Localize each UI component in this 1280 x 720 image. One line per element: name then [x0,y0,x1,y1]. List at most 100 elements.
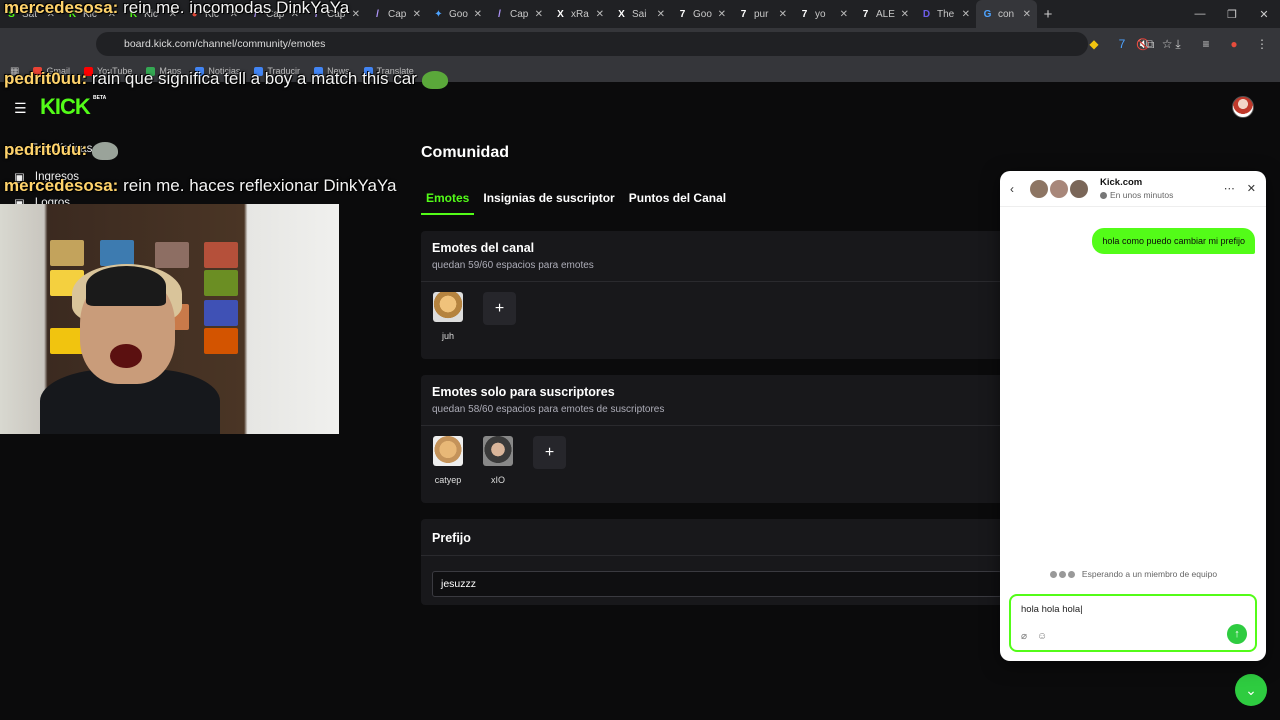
minimize-icon[interactable]: — [1184,0,1216,28]
emote-name: catyep [434,475,462,485]
support-chat-widget: ‹ Kick.com En unos minutos ⋯ ✕ hola como… [1000,171,1266,661]
tab-close-icon[interactable]: ✕ [718,9,726,20]
profile-avatar-icon[interactable]: ● [1226,32,1242,56]
waiting-text: Esperando a un miembro de equipo [1081,569,1218,579]
tab-favicon-icon: D [922,8,931,20]
add-sub-emote-button[interactable]: + [533,436,566,469]
restore-icon[interactable]: ❐ [1216,0,1248,28]
poster-image [50,240,84,266]
tab-close-icon[interactable]: ✕ [1023,9,1031,20]
emote-list: juh + [421,282,1001,351]
address-bar[interactable]: board.kick.com/channel/community/emotes … [96,32,1172,56]
browser-menu-icon[interactable]: ⋮ [1254,32,1270,56]
emote-item[interactable]: xIO [483,436,513,485]
status-text: En unos minutos [1110,190,1174,200]
chat-username: mercedesosa: [4,176,119,195]
window-controls: — ❐ ✕ [1184,0,1280,28]
tab-favicon-icon: 7 [862,8,869,20]
browser-tab[interactable]: X Sai ✕ [610,0,671,28]
tab-close-icon[interactable]: ✕ [840,9,848,20]
add-emote-button[interactable]: + [483,292,516,325]
browser-tab[interactable]: / Cap ✕ [488,0,549,28]
close-icon[interactable]: ✕ [1247,182,1256,195]
more-options-icon[interactable]: ⋯ [1224,182,1235,195]
tab-title: pur [754,8,769,20]
tab-close-icon[interactable]: ✕ [962,9,970,20]
attachment-icon[interactable]: ⌀ [1021,631,1027,642]
tab-close-icon[interactable]: ✕ [352,9,360,20]
download-icon[interactable]: ⤓ [1170,32,1186,56]
webcam-overlay [0,204,339,434]
back-chevron-icon[interactable]: ‹ [1010,182,1024,196]
browser-tab[interactable]: Gcon ✕ [976,0,1037,28]
browser-tab[interactable]: 7 ALE ✕ [854,0,915,28]
hamburger-menu-icon[interactable]: ☰ [14,100,27,117]
close-window-icon[interactable]: ✕ [1248,0,1280,28]
tab-close-icon[interactable]: ✕ [474,9,482,20]
emote-item[interactable]: juh [433,292,463,341]
chat-username: pedrit0uu: [4,140,88,159]
browser-tab[interactable]: XxRa ✕ [549,0,610,28]
extension-kick-icon[interactable]: 7 [1114,32,1130,56]
reading-list-icon[interactable]: ≡ [1198,32,1214,56]
support-team-avatars [1030,179,1088,198]
tab-close-icon[interactable]: ✕ [596,9,604,20]
mini-avatar [1057,569,1067,579]
browser-tab[interactable]: D The ✕ [915,0,976,28]
extension-icon[interactable]: ◆ [1086,32,1102,56]
browser-tab[interactable]: 7 Goo ✕ [671,0,732,28]
send-button[interactable]: ↑ [1227,624,1247,644]
card-subtitle: quedan 58/60 espacios para emotes de sus… [432,404,665,415]
tab-title: Cap [510,8,529,20]
emote-item[interactable]: catyep [433,436,463,485]
kick-logo[interactable]: KICK [40,94,91,120]
draft-text: hola hola hola [1021,604,1081,615]
new-tab-button[interactable]: + [1037,6,1059,23]
overlay-chat-line: mercedesosa: rein me. haces reflexionar … [4,176,396,196]
tab-puntos[interactable]: Puntos del Canal [624,188,731,215]
support-title-box: Kick.com En unos minutos [1100,177,1173,200]
community-tabs: Emotes Insignias de suscriptor Puntos de… [421,188,731,215]
browser-tab[interactable]: ✦ Goo ✕ [427,0,488,28]
tab-emotes[interactable]: Emotes [421,188,475,215]
scroll-down-button[interactable]: ⌄ [1235,674,1267,706]
emote-name: juh [441,331,454,341]
tab-insignias[interactable]: Insignias de suscriptor [478,188,619,215]
tab-title: yo [815,8,826,20]
tab-title: Sai [632,8,647,20]
card-title: Emotes del canal [432,241,535,255]
beta-badge: BETA [93,95,107,101]
card-subtitle: quedan 59/60 espacios para emotes [432,260,594,271]
chat-message: rain que significa tell a boy a match th… [91,69,417,88]
user-avatar[interactable] [1232,96,1254,118]
tab-favicon-icon: ✦ [434,8,443,20]
tab-close-icon[interactable]: ✕ [535,9,543,20]
prefix-input[interactable]: jesuzzz [432,571,1002,597]
pepe-emote-icon [421,70,448,89]
card-title: Emotes solo para suscriptores [432,385,615,399]
team-avatar [1070,179,1088,198]
browser-tab[interactable]: / Cap ✕ [366,0,427,28]
tab-title: Goo [693,8,712,20]
extensions-puzzle-icon[interactable]: ⧉ [1142,32,1158,56]
outgoing-message: hola como puedo cambiar mi prefijo [1092,228,1255,254]
chat-username: mercedesosa: [4,0,119,17]
poster-image [100,240,134,266]
browser-tab[interactable]: 7 pur ✕ [732,0,793,28]
emoji-icon[interactable]: ☺ [1037,631,1047,642]
card-title: Prefijo [432,531,471,545]
message-input[interactable]: hola hola hola| [1021,604,1245,615]
sub-emotes-card: Emotes solo para suscriptores quedan 58/… [421,375,1001,503]
team-avatar [1050,179,1068,198]
tab-close-icon[interactable]: ✕ [901,9,909,20]
tab-favicon-icon: / [376,8,379,20]
composer-tools: ⌀ ☺ [1021,631,1047,642]
tab-title: Cap [388,8,407,20]
tab-close-icon[interactable]: ✕ [657,9,665,20]
tab-close-icon[interactable]: ✕ [779,9,787,20]
message-composer[interactable]: hola hola hola| ⌀ ☺ ↑ [1009,594,1257,652]
tab-close-icon[interactable]: ✕ [413,9,421,20]
browser-tab[interactable]: 7 yo ✕ [793,0,854,28]
browser-toolbar: board.kick.com/channel/community/emotes … [0,28,1280,60]
emote-image [433,436,463,466]
